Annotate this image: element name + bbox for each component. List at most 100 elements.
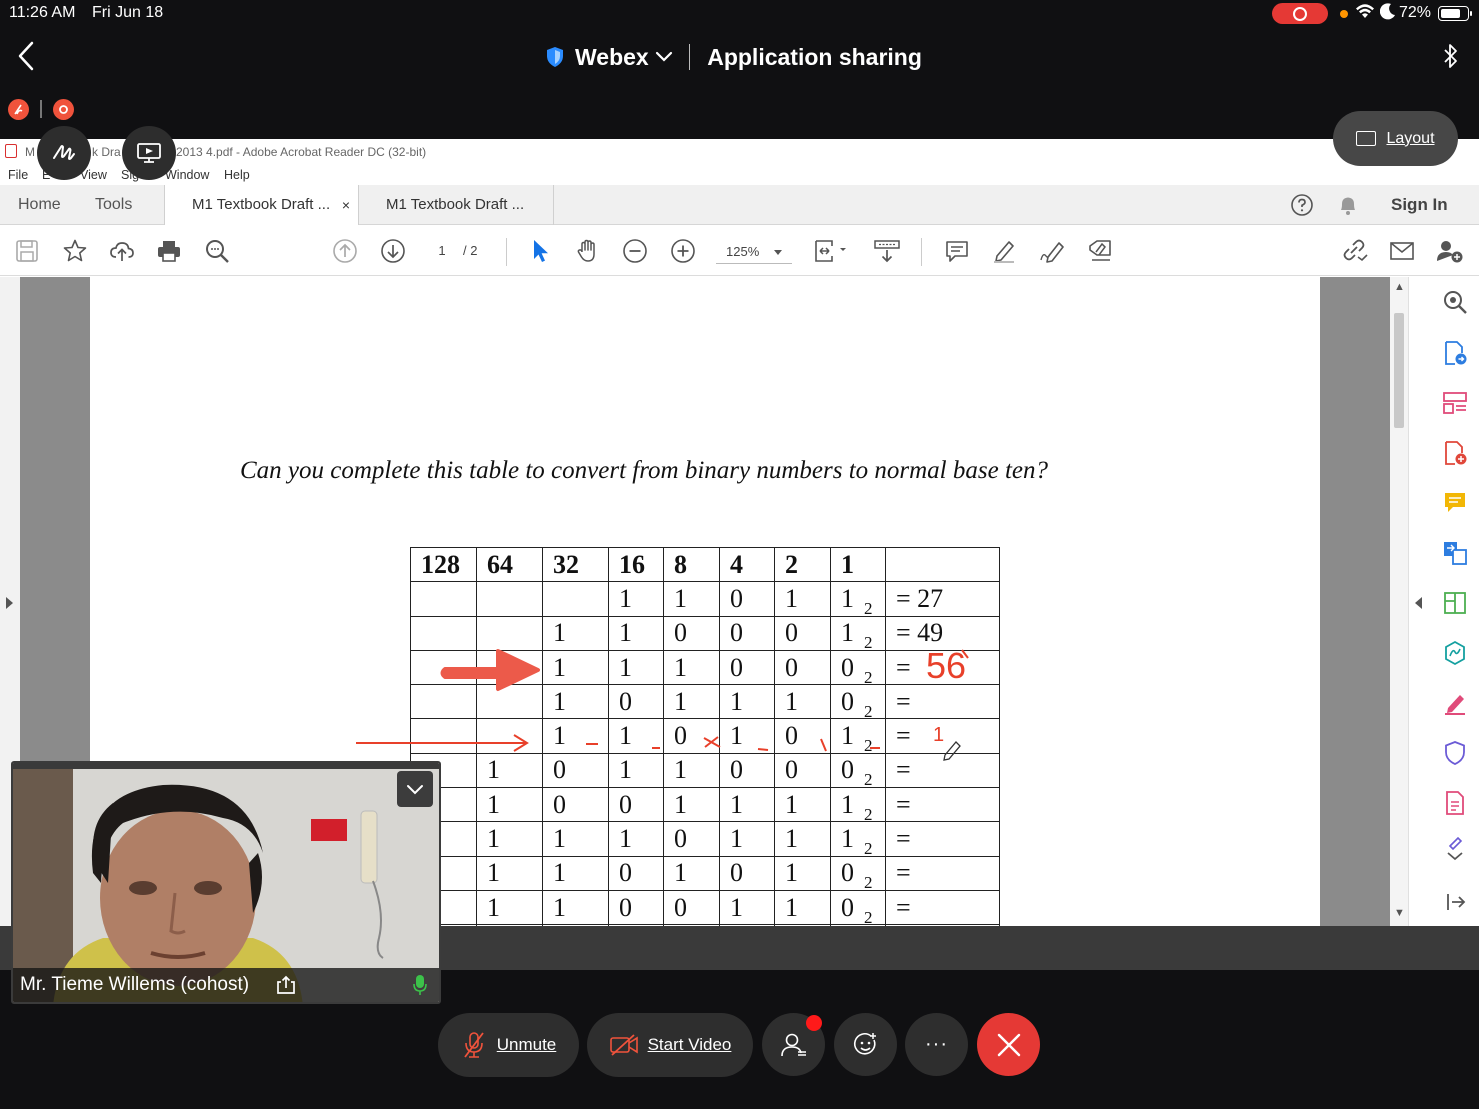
document-tab[interactable]: M1 Textbook Draft ... <box>359 185 554 225</box>
collapse-video-button[interactable] <box>397 771 433 807</box>
fit-page-icon[interactable] <box>812 238 846 264</box>
result-cell: = <box>885 855 1000 891</box>
share-screen-button[interactable] <box>122 126 176 180</box>
comment-icon[interactable] <box>944 238 970 264</box>
more-options-button[interactable]: ··· <box>905 1013 968 1076</box>
annotate-button[interactable] <box>37 126 91 180</box>
layout-button[interactable]: Layout <box>1333 111 1458 166</box>
bit-cell: 0 <box>608 787 664 823</box>
organize-pages-icon[interactable] <box>1442 390 1468 416</box>
table-row: 1 0 1 1 1 0 2 = <box>410 684 1000 721</box>
base-subscript: 2 <box>864 770 873 790</box>
base-subscript: 2 <box>864 736 873 756</box>
handwritten-answer: 56 <box>926 645 967 686</box>
save-icon[interactable] <box>14 238 40 264</box>
collapse-panel-icon[interactable] <box>1415 597 1422 609</box>
edit-pdf-icon[interactable] <box>1442 590 1468 616</box>
back-button[interactable] <box>14 40 40 72</box>
scroll-mode-icon[interactable] <box>873 238 900 264</box>
bit-cell: 1 <box>476 752 543 789</box>
bit-value: 1 <box>674 583 687 613</box>
expand-panel-icon[interactable] <box>1442 889 1468 915</box>
close-tab-icon[interactable]: × <box>342 185 350 225</box>
start-video-button[interactable]: Start Video <box>587 1013 753 1077</box>
unmute-button[interactable]: Unmute <box>438 1013 579 1077</box>
participant-video[interactable]: Mr. Tieme Willems (cohost) <box>11 761 441 1004</box>
highlight-pen-icon[interactable] <box>991 238 1017 264</box>
sign-in-button[interactable]: Sign In <box>1391 185 1448 225</box>
bit-cell: 0 <box>542 752 609 789</box>
email-icon[interactable] <box>1389 238 1415 264</box>
request-signatures-icon[interactable] <box>1442 640 1468 666</box>
right-zoom-icon[interactable] <box>1442 289 1468 315</box>
bit-cell: 1 <box>663 855 720 891</box>
sharing-icon <box>277 975 295 994</box>
sign-pen-icon[interactable] <box>1039 238 1065 264</box>
annotation-pen-icon[interactable] <box>8 98 29 120</box>
scroll-up-icon[interactable]: ▲ <box>1394 281 1405 293</box>
bit-cell: 1 <box>774 889 831 926</box>
zoom-search-icon[interactable] <box>204 238 230 264</box>
table-row: 1 1 1 0 0 0 2 = <box>410 649 1000 687</box>
screen-recording-icon[interactable] <box>1272 3 1328 24</box>
bit-value: 0 <box>674 618 687 648</box>
previous-page-icon[interactable] <box>332 238 358 264</box>
participants-button[interactable] <box>762 1013 825 1076</box>
page-number-input[interactable]: 1 <box>424 240 460 262</box>
bit-value: 0 <box>730 618 743 648</box>
bit-cell: 02 <box>830 752 886 790</box>
document-tab-active[interactable]: M1 Textbook Draft ... × <box>164 185 359 225</box>
add-user-icon[interactable] <box>1436 238 1463 264</box>
fill-sign-icon[interactable] <box>1442 690 1468 716</box>
hand-tool-icon[interactable] <box>575 238 601 264</box>
bit-value: 1 <box>619 652 632 682</box>
menu-file[interactable]: File <box>8 168 28 182</box>
bit-value: 1 <box>674 789 687 819</box>
export-pdf-icon[interactable] <box>1442 340 1468 366</box>
zoom-level-select[interactable]: 125% <box>716 240 792 264</box>
bit-cell: 12 <box>830 581 886 618</box>
tab-home[interactable]: Home <box>18 185 61 225</box>
print-icon[interactable] <box>156 238 182 264</box>
table-header-cell: 4 <box>719 546 775 583</box>
annotation-divider <box>40 100 42 118</box>
more-tools-icon[interactable] <box>1442 836 1468 863</box>
leave-meeting-button[interactable] <box>977 1013 1040 1076</box>
protect-shield-icon[interactable] <box>1442 740 1468 766</box>
select-cursor-icon[interactable] <box>528 238 554 264</box>
comment-panel-icon[interactable] <box>1442 490 1468 516</box>
zoom-out-icon[interactable] <box>622 238 648 264</box>
upload-cloud-icon[interactable] <box>109 238 135 264</box>
table-header-cell <box>885 546 1000 583</box>
scrollbar-thumb[interactable] <box>1394 313 1404 428</box>
scan-ocr-icon[interactable] <box>1442 790 1468 816</box>
bluetooth-icon[interactable] <box>1442 41 1460 71</box>
bit-cell: 1 <box>608 752 664 789</box>
help-icon[interactable] <box>1290 193 1314 222</box>
bit-cell: 1 <box>774 684 831 720</box>
notifications-bell-icon[interactable] <box>1337 193 1359 222</box>
vertical-scrollbar[interactable]: ▲ ▼ <box>1390 277 1408 926</box>
menu-help[interactable]: Help <box>224 168 250 182</box>
chevron-down-icon[interactable] <box>655 51 673 63</box>
share-link-icon[interactable] <box>1340 238 1368 264</box>
table-header-cell: 8 <box>663 546 720 583</box>
zoom-in-icon[interactable] <box>670 238 696 264</box>
bit-value: 0 <box>619 858 632 888</box>
create-pdf-icon[interactable] <box>1442 440 1468 466</box>
bit-cell: 1 <box>719 821 775 857</box>
bookmark-star-icon[interactable] <box>62 238 88 264</box>
next-page-icon[interactable] <box>380 238 406 264</box>
app-name-dropdown[interactable]: Webex <box>575 44 649 71</box>
reactions-button[interactable] <box>834 1013 897 1076</box>
bit-cell: 1 <box>608 821 664 857</box>
menu-window[interactable]: Window <box>165 168 209 182</box>
scroll-down-icon[interactable]: ▼ <box>1394 907 1405 919</box>
tab-tools[interactable]: Tools <box>95 185 132 225</box>
bit-value: 1 <box>553 892 566 922</box>
bit-value: 1 <box>785 686 798 716</box>
combine-files-icon[interactable] <box>1442 540 1468 566</box>
stamp-tool-icon[interactable] <box>1086 238 1112 264</box>
annotation-record-icon[interactable] <box>52 98 74 120</box>
bit-cell: 0 <box>719 615 775 651</box>
